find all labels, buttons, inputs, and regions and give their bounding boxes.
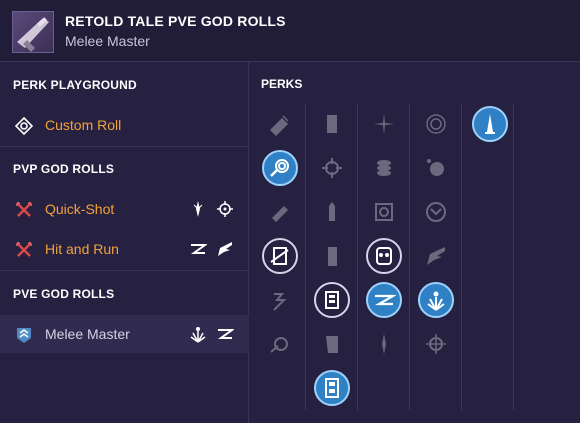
perk-column-5 <box>462 104 514 410</box>
sidebar-item-label: Custom Roll <box>45 117 122 133</box>
perk-bolt-icon[interactable] <box>262 282 298 318</box>
perk-target-lock-icon[interactable] <box>262 326 298 362</box>
page-title: RETOLD TALE PVE GOD ROLLS <box>65 13 286 29</box>
perk-barrel-icon[interactable] <box>262 106 298 142</box>
perk-coiled-spring-icon[interactable] <box>262 150 298 186</box>
weapon-thumbnail <box>12 11 54 53</box>
section-title-perk-playground: PERK PLAYGROUND <box>13 78 137 92</box>
rangefinder-icon <box>189 200 207 218</box>
perk-wing-icon[interactable] <box>418 238 454 274</box>
section-title-pvp-god-rolls: PVP GOD ROLLS <box>13 162 115 176</box>
perk-rings-icon[interactable] <box>418 106 454 142</box>
perk-mask-icon[interactable] <box>366 238 402 274</box>
sidebar-item-quick-shot[interactable]: Quick-Shot <box>0 190 249 228</box>
perk-jaws-icon[interactable] <box>418 194 454 230</box>
perk-star-burst-icon[interactable] <box>366 106 402 142</box>
chevron-shield-icon <box>15 326 33 344</box>
divider <box>0 270 249 271</box>
wing-icon <box>216 240 234 258</box>
perk-burst-selected-icon[interactable] <box>418 282 454 318</box>
perk-magazine-tall-icon[interactable] <box>314 238 350 274</box>
perk-tome-icon[interactable] <box>262 238 298 274</box>
perk-magazine-selected-icon[interactable] <box>314 370 350 406</box>
perks-grid <box>256 104 566 414</box>
perk-spike-icon[interactable] <box>366 326 402 362</box>
perk-crosshair-icon[interactable] <box>314 150 350 186</box>
perk-coin-stack-icon[interactable] <box>366 150 402 186</box>
perk-magazine-angle-icon[interactable] <box>314 326 350 362</box>
sidebar-item-custom-roll[interactable]: Custom Roll <box>0 106 249 144</box>
perk-magazine-icon[interactable] <box>314 106 350 142</box>
perk-barrel-alt-icon[interactable] <box>262 194 298 230</box>
perk-masterwork-icon[interactable] <box>472 106 508 142</box>
sidebar-item-label: Quick-Shot <box>45 201 115 217</box>
dash-icon <box>189 240 209 258</box>
crosshair-icon <box>216 200 234 218</box>
perks-title: PERKS <box>261 77 303 91</box>
perk-ring-shield-icon[interactable] <box>366 194 402 230</box>
dash-icon <box>216 325 236 343</box>
perk-explosion-icon[interactable] <box>418 150 454 186</box>
sidebar: PERK PLAYGROUND Custom Roll PVP GOD ROLL… <box>0 62 249 423</box>
perk-compass-icon[interactable] <box>418 326 454 362</box>
burst-icon <box>189 325 207 343</box>
header: RETOLD TALE PVE GOD ROLLS Melee Master <box>0 0 580 62</box>
sidebar-item-label: Hit and Run <box>45 241 119 257</box>
divider <box>0 146 249 147</box>
crossed-swords-icon <box>15 241 33 259</box>
page-subtitle: Melee Master <box>65 33 150 49</box>
perk-ammo-clip-icon[interactable] <box>314 282 350 318</box>
target-diamond-icon <box>14 116 34 136</box>
sidebar-item-hit-and-run[interactable]: Hit and Run <box>0 230 249 268</box>
sidebar-item-melee-master[interactable]: Melee Master <box>0 315 249 353</box>
section-title-pve-god-rolls: PVE GOD ROLLS <box>13 287 115 301</box>
sidebar-item-label: Melee Master <box>45 326 130 342</box>
crossed-swords-icon <box>15 201 33 219</box>
perk-slide-icon[interactable] <box>366 282 402 318</box>
perk-round-icon[interactable] <box>314 194 350 230</box>
